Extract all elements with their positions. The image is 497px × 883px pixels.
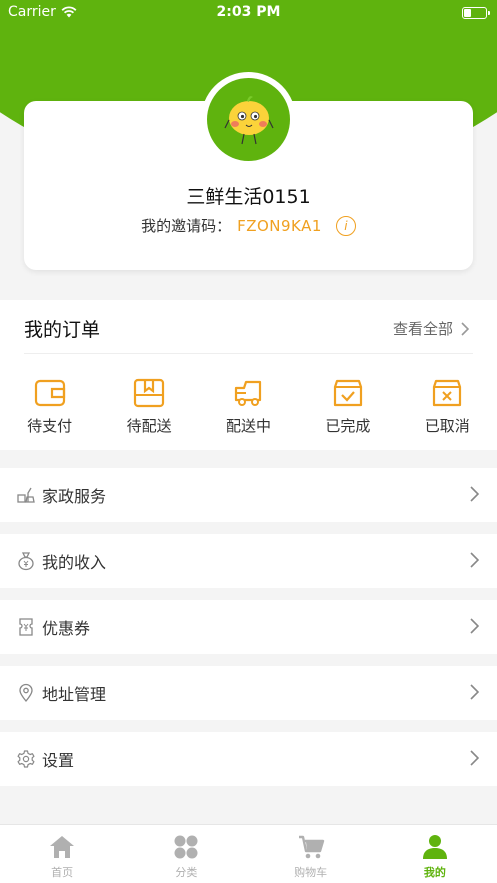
menu-item-coupons[interactable]: 优惠券 — [0, 600, 497, 654]
order-status-label: 待支付 — [27, 417, 73, 435]
truck-icon — [235, 380, 262, 406]
package-icon — [133, 378, 165, 408]
order-status-cancelled[interactable]: 已取消 — [407, 378, 487, 436]
view-all-orders-link[interactable]: 查看全部 — [393, 318, 469, 339]
menu-item-address[interactable]: 地址管理 — [0, 666, 497, 720]
view-all-label: 查看全部 — [392, 320, 453, 338]
menu-item-label: 优惠券 — [42, 619, 91, 638]
coupon-icon — [16, 617, 36, 637]
tab-label: 分类 — [175, 866, 198, 879]
menu-item-label: 地址管理 — [42, 685, 107, 704]
check-box-icon — [333, 379, 362, 407]
menu-item-label: 家政服务 — [42, 487, 107, 506]
tab-cart[interactable]: 购物车 — [249, 825, 373, 883]
invite-code-label: 我的邀请码： — [141, 217, 232, 235]
battery-icon — [462, 7, 490, 19]
category-icon — [174, 835, 198, 859]
user-icon — [422, 835, 447, 859]
order-status-label: 配送中 — [225, 417, 271, 435]
money-bag-icon — [16, 551, 36, 571]
order-status-label: 已取消 — [424, 417, 470, 435]
order-status-pending-payment[interactable]: 待支付 — [10, 378, 90, 436]
menu-item-housekeeping[interactable]: 家政服务 — [0, 468, 497, 522]
menu-item-settings[interactable]: 设置 — [0, 732, 497, 786]
order-status-to-deliver[interactable]: 待配送 — [109, 378, 189, 436]
order-status-label: 待配送 — [126, 417, 172, 435]
tab-me[interactable]: 我的 — [373, 825, 497, 883]
tab-label: 首页 — [51, 866, 74, 879]
location-pin-icon — [16, 683, 36, 703]
chevron-right-icon — [470, 618, 479, 634]
invite-code-value[interactable]: FZON9KA1 — [237, 217, 322, 235]
chevron-right-icon — [470, 552, 479, 568]
menu-item-label: 设置 — [42, 751, 75, 770]
avatar[interactable] — [201, 72, 296, 167]
tab-label: 购物车 — [294, 866, 328, 879]
tab-label: 我的 — [423, 866, 446, 879]
divider — [24, 353, 473, 354]
clock: 2:03 PM — [216, 4, 281, 20]
mascot-icon — [224, 96, 274, 145]
tab-home[interactable]: 首页 — [0, 825, 124, 883]
chevron-right-icon — [470, 684, 479, 700]
status-bar: Carrier 2:03 PM — [0, 0, 497, 26]
cancel-box-icon — [433, 379, 462, 407]
cart-icon — [298, 835, 324, 859]
tab-bar: 首页 分类 购物车 我的 — [0, 824, 497, 883]
order-status-label: 已完成 — [325, 417, 371, 435]
chevron-right-icon — [470, 750, 479, 766]
order-status-completed[interactable]: 已完成 — [308, 378, 388, 436]
orders-title: 我的订单 — [24, 319, 101, 341]
invite-code-row: 我的邀请码： FZON9KA1 i — [0, 215, 497, 236]
chevron-right-icon — [470, 486, 479, 502]
user-nickname: 三鲜生活0151 — [186, 186, 311, 208]
orders-section: 我的订单 查看全部 待支付 待配送 配送中 已完成 已取消 — [0, 300, 497, 450]
wallet-icon — [34, 379, 65, 407]
chevron-right-icon — [461, 321, 469, 336]
tab-category[interactable]: 分类 — [124, 825, 248, 883]
info-icon[interactable]: i — [335, 215, 356, 236]
home-icon — [50, 836, 75, 858]
settings-icon — [16, 749, 36, 769]
housekeeping-icon — [16, 485, 36, 505]
menu-item-label: 我的收入 — [42, 553, 107, 572]
order-status-delivering[interactable]: 配送中 — [208, 378, 288, 436]
menu-item-income[interactable]: 我的收入 — [0, 534, 497, 588]
